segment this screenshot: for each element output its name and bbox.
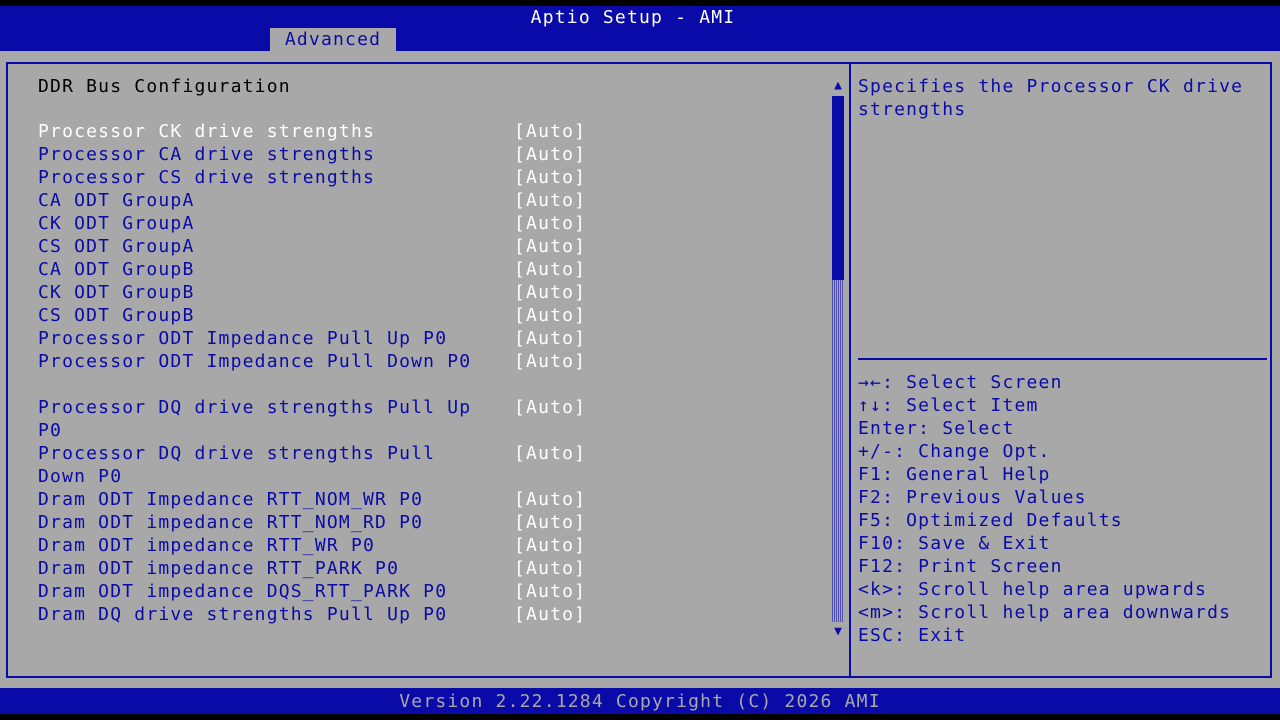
key-hint: ESC: Exit (858, 625, 967, 646)
app-title: Aptio Setup - AMI (530, 7, 736, 28)
setting-value[interactable]: [Auto] (514, 304, 586, 327)
setting-label: CA ODT GroupA (38, 190, 195, 211)
section-title: DDR Bus Configuration (38, 76, 291, 97)
setting-label: CS ODT GroupB (38, 305, 195, 326)
key-hint: F10: Save & Exit (858, 533, 1051, 554)
setting-row[interactable]: CA ODT GroupA [Auto] (0, 189, 820, 212)
setting-value[interactable]: [Auto] (514, 557, 586, 580)
key-legend: →←: Select Screen ↑↓: Select Item Enter: S… (858, 371, 1231, 647)
setting-label: Dram ODT impedance DQS_RTT_PARK P0 (38, 581, 448, 602)
setting-label: Processor ODT Impedance Pull Up P0 (38, 328, 448, 349)
tab-advanced[interactable]: Advanced (270, 28, 396, 51)
setting-label: Dram DQ drive strengths Pull Up P0 (38, 604, 448, 625)
setting-label: Processor ODT Impedance Pull Down P0 (38, 351, 472, 372)
version-footer: Version 2.22.1284 Copyright (C) 2026 AMI (399, 691, 881, 712)
setting-value[interactable]: [Auto] (514, 580, 586, 603)
setting-row[interactable]: Dram ODT impedance RTT_PARK P0 [Auto] (0, 557, 820, 580)
setting-value[interactable]: [Auto] (514, 166, 586, 189)
key-hint: F12: Print Screen (858, 556, 1063, 577)
setting-label: CK ODT GroupA (38, 213, 195, 234)
help-description: Specifies the Processor CK drive strengt… (858, 76, 1256, 120)
setting-row[interactable]: CK ODT GroupB [Auto] (0, 281, 820, 304)
setting-label: Processor DQ drive strengths Pull Down P… (38, 443, 448, 487)
setting-row[interactable]: Processor ODT Impedance Pull Down P0 [Aut… (0, 350, 820, 396)
setting-row[interactable]: CK ODT GroupA [Auto] (0, 212, 820, 235)
key-hint: ↑↓: Select Item (858, 395, 1039, 416)
scroll-thumb[interactable] (832, 96, 844, 280)
setting-row[interactable]: CS ODT GroupB [Auto] (0, 304, 820, 327)
setting-label: Dram ODT impedance RTT_WR P0 (38, 535, 376, 556)
help-divider (858, 358, 1267, 360)
setting-value[interactable]: [Auto] (514, 281, 586, 304)
key-hint: Enter: Select (858, 418, 1015, 439)
setting-value[interactable]: [Auto] (514, 235, 586, 258)
settings-list: Processor CK drive strengths [Auto] Proces… (0, 120, 820, 626)
setting-row[interactable]: CA ODT GroupB [Auto] (0, 258, 820, 281)
arrow-up-icon[interactable]: ▲ (831, 78, 845, 94)
setting-value[interactable]: [Auto] (514, 350, 586, 373)
setting-row[interactable]: Dram ODT Impedance RTT_NOM_WR P0 [Auto] (0, 488, 820, 511)
setting-value[interactable]: [Auto] (514, 603, 586, 626)
setting-label: Dram ODT impedance RTT_PARK P0 (38, 558, 400, 579)
setting-row[interactable]: Processor ODT Impedance Pull Up P0 [Auto] (0, 327, 820, 350)
scrollbar[interactable]: ▲ ▼ (831, 78, 845, 640)
setting-value[interactable]: [Auto] (514, 442, 586, 465)
key-hint: +/-: Change Opt. (858, 441, 1051, 462)
key-hint: F2: Previous Values (858, 487, 1087, 508)
setting-label: CS ODT GroupA (38, 236, 195, 257)
setting-value[interactable]: [Auto] (514, 143, 586, 166)
setting-value[interactable]: [Auto] (514, 327, 586, 350)
setting-value[interactable]: [Auto] (514, 212, 586, 235)
setting-label: Processor DQ drive strengths Pull Up P0 (38, 397, 484, 441)
setting-row[interactable]: Dram ODT impedance RTT_NOM_RD P0 [Auto] (0, 511, 820, 534)
key-hint: F1: General Help (858, 464, 1051, 485)
setting-label: CK ODT GroupB (38, 282, 195, 303)
setting-value[interactable]: [Auto] (514, 120, 586, 143)
arrow-down-icon[interactable]: ▼ (831, 624, 845, 640)
setting-label: Processor CA drive strengths (38, 144, 376, 165)
setting-label: CA ODT GroupB (38, 259, 195, 280)
setting-label: Dram ODT Impedance RTT_NOM_WR P0 (38, 489, 424, 510)
setting-value[interactable]: [Auto] (514, 511, 586, 534)
setting-row[interactable]: CS ODT GroupA [Auto] (0, 235, 820, 258)
key-hint: →←: Select Screen (858, 372, 1063, 393)
setting-row[interactable]: Dram ODT impedance RTT_WR P0 [Auto] (0, 534, 820, 557)
setting-label: Dram ODT impedance RTT_NOM_RD P0 (38, 512, 424, 533)
setting-row[interactable]: Dram DQ drive strengths Pull Up P0 [Auto] (0, 603, 820, 626)
setting-row[interactable]: Processor CS drive strengths [Auto] (0, 166, 820, 189)
key-hint: F5: Optimized Defaults (858, 510, 1123, 531)
setting-value[interactable]: [Auto] (514, 189, 586, 212)
setting-value[interactable]: [Auto] (514, 258, 586, 281)
key-hint: <m>: Scroll help area downwards (858, 602, 1232, 623)
setting-row[interactable]: Dram ODT impedance DQS_RTT_PARK P0 [Auto] (0, 580, 820, 603)
setting-row[interactable]: Processor DQ drive strengths Pull Up P0 [… (0, 396, 820, 442)
setting-row[interactable]: Processor CK drive strengths [Auto] (0, 120, 820, 143)
setting-label: Processor CK drive strengths (38, 121, 376, 142)
setting-value[interactable]: [Auto] (514, 488, 586, 511)
setting-row[interactable]: Processor DQ drive strengths Pull Down P… (0, 442, 820, 488)
vertical-divider (849, 62, 851, 678)
key-hint: <k>: Scroll help area upwards (858, 579, 1208, 600)
setting-value[interactable]: [Auto] (514, 534, 586, 557)
setting-row[interactable]: Processor CA drive strengths [Auto] (0, 143, 820, 166)
setting-label: Processor CS drive strengths (38, 167, 376, 188)
setting-value[interactable]: [Auto] (514, 396, 586, 419)
